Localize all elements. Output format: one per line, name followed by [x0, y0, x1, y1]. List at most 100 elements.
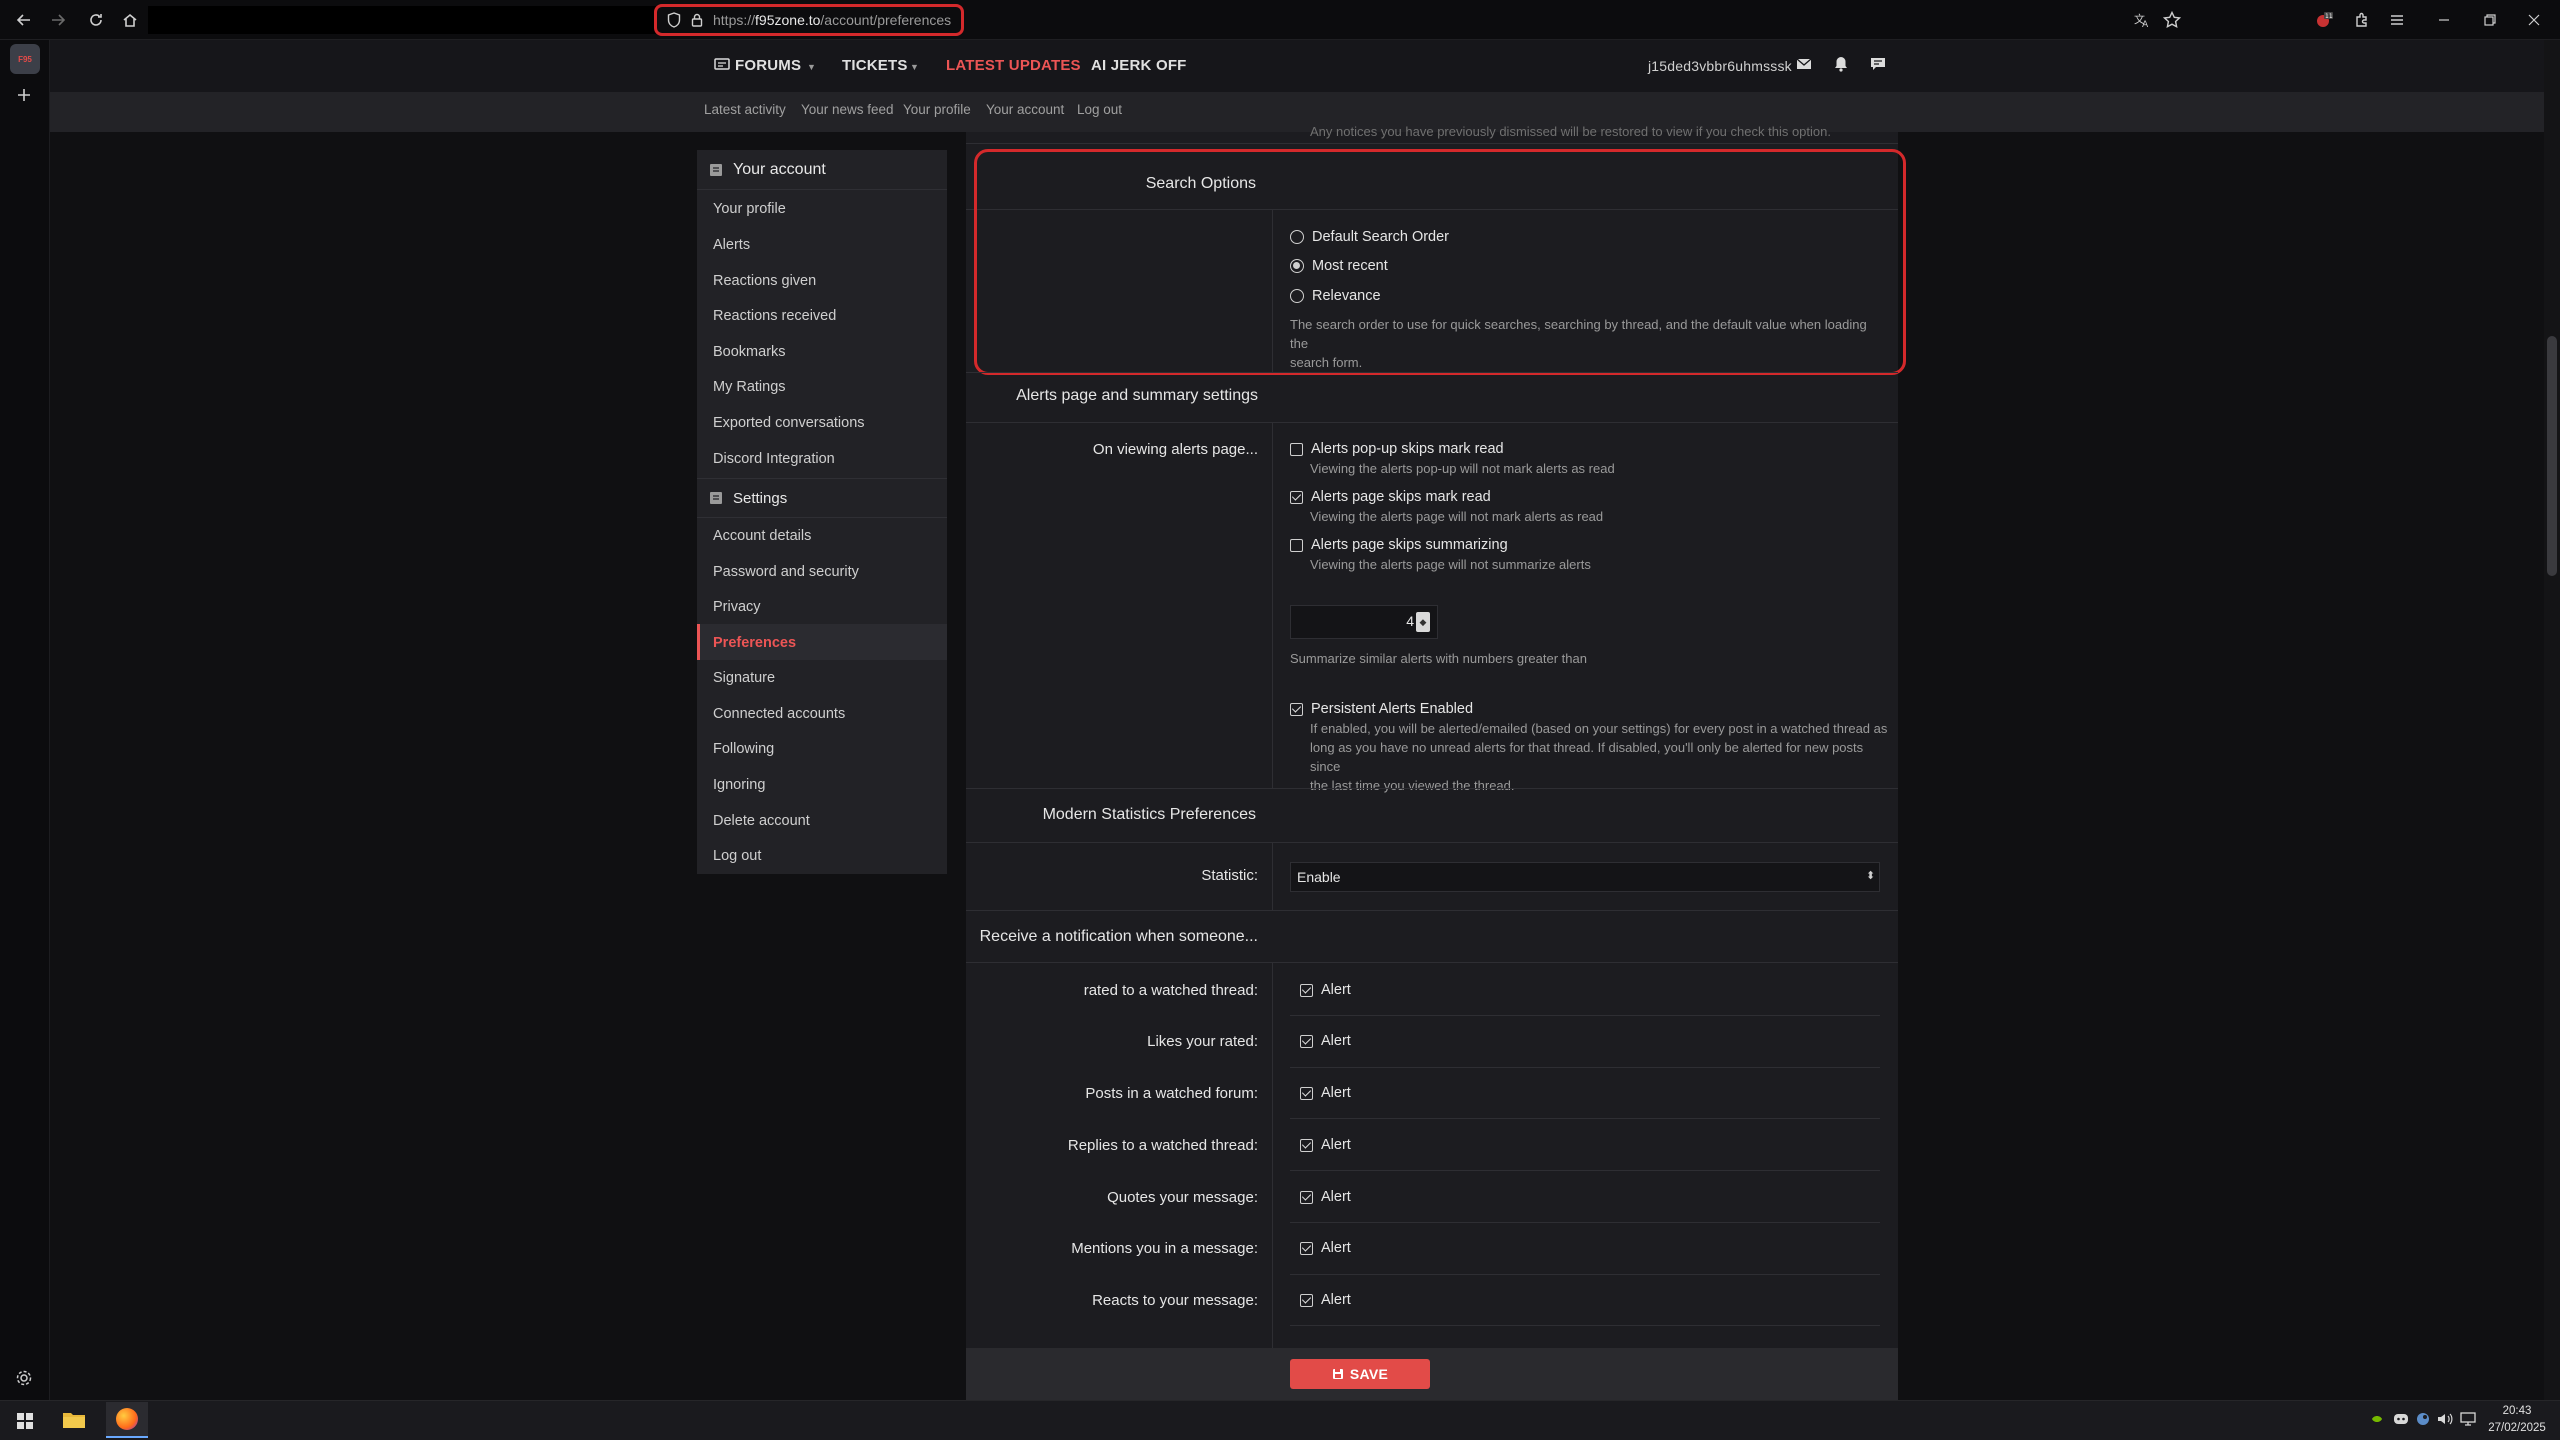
summarize-threshold-value[interactable]: 4 [1296, 613, 1414, 629]
volume-icon[interactable] [2437, 1412, 2453, 1426]
notify-row-label: Quotes your message: [1107, 1189, 1258, 1206]
close-icon[interactable] [2522, 8, 2546, 32]
save-icon [1332, 1368, 1344, 1380]
scrollbar-thumb[interactable] [2547, 336, 2557, 576]
menu-item-bookmarks[interactable]: Bookmarks [713, 344, 786, 360]
subnav-log-out[interactable]: Log out [1077, 102, 1122, 117]
divider [1290, 1067, 1880, 1068]
menu-item-alerts[interactable]: Alerts [713, 237, 750, 253]
checkbox-indicator[interactable] [1290, 702, 1303, 716]
checkbox-indicator[interactable] [1300, 1190, 1313, 1204]
minimize-icon[interactable] [2432, 8, 2456, 32]
notify-alert-checkbox[interactable]: Alert [1300, 1189, 1351, 1205]
steam-tray-icon[interactable] [2416, 1412, 2430, 1426]
username-link[interactable]: j15ded3vbbr6uhmsssk [1648, 58, 1792, 74]
site-favicon[interactable]: F95 [10, 44, 40, 74]
menu-item-password-security[interactable]: Password and security [713, 564, 859, 580]
checkbox-page-skips-mark-read[interactable]: Alerts page skips mark read [1290, 489, 1491, 505]
stepper-arrows-icon[interactable]: ◆ [1416, 612, 1430, 632]
redacted-tab-area [148, 6, 656, 34]
restore-icon[interactable] [2478, 8, 2502, 32]
divider [966, 962, 1898, 963]
checkbox-indicator[interactable] [1300, 1241, 1313, 1255]
chevron-down-icon[interactable]: ▼ [910, 62, 919, 72]
checkbox-indicator[interactable] [1290, 538, 1303, 552]
notify-alert-checkbox[interactable]: Alert [1300, 1033, 1351, 1049]
notify-alert-checkbox[interactable]: Alert [1300, 1240, 1351, 1256]
menu-item-reactions-given[interactable]: Reactions given [713, 273, 816, 289]
notify-alert-checkbox[interactable]: Alert [1300, 1292, 1351, 1308]
taskbar-clock[interactable]: 20:43 27/02/2025 [2480, 1403, 2554, 1437]
home-icon[interactable] [118, 8, 142, 32]
menu-item-following[interactable]: Following [713, 741, 774, 757]
subnav-news-feed[interactable]: Your news feed [801, 102, 894, 117]
alerts-page-label: On viewing alerts page... [1092, 441, 1258, 458]
subnav-latest-activity[interactable]: Latest activity [704, 102, 786, 117]
bookmark-star-icon[interactable] [2160, 8, 2184, 32]
forward-icon[interactable] [46, 8, 70, 32]
gear-icon[interactable] [15, 1369, 33, 1387]
url-text: https://f95zone.to/account/preferences [713, 12, 952, 28]
firefox-taskbar-button[interactable] [106, 1402, 148, 1438]
checkbox-page-skips-summarizing[interactable]: Alerts page skips summarizing [1290, 537, 1508, 553]
dismissed-notices-hint: Any notices you have previously dismisse… [1310, 124, 1831, 139]
checkbox-popup-skips-mark-read[interactable]: Alerts pop-up skips mark read [1290, 441, 1504, 457]
subnav-your-account[interactable]: Your account [986, 102, 1064, 117]
mail-icon[interactable] [1796, 57, 1812, 71]
divider [966, 788, 1898, 789]
subnav-your-profile[interactable]: Your profile [903, 102, 971, 117]
checkbox-indicator[interactable] [1290, 442, 1303, 456]
reload-icon[interactable] [84, 8, 108, 32]
checkbox-indicator[interactable] [1300, 1086, 1313, 1100]
page-scrollbar[interactable] [2544, 40, 2560, 1400]
nav-ai-jerk-off[interactable]: AI JERK OFF [1091, 57, 1187, 74]
menu-item-connected-accounts[interactable]: Connected accounts [713, 706, 845, 722]
checkbox-persistent-alerts[interactable]: Persistent Alerts Enabled [1290, 701, 1473, 717]
discord-tray-icon[interactable] [2393, 1412, 2409, 1426]
windows-start-icon[interactable] [16, 1412, 34, 1430]
notify-alert-checkbox[interactable]: Alert [1300, 982, 1351, 998]
back-icon[interactable] [12, 8, 36, 32]
chevron-down-icon[interactable]: ▼ [807, 62, 816, 72]
menu-item-account-details[interactable]: Account details [713, 528, 811, 544]
nav-forums[interactable]: FORUMS [735, 57, 801, 74]
site-nav-bar [50, 40, 2544, 92]
menu-item-discord-integration[interactable]: Discord Integration [713, 451, 835, 467]
shield-icon [667, 12, 681, 28]
menu-item-reactions-received[interactable]: Reactions received [713, 308, 836, 324]
checkbox-indicator[interactable] [1300, 1138, 1313, 1152]
menu-item-privacy[interactable]: Privacy [713, 599, 761, 615]
file-explorer-icon[interactable] [62, 1410, 86, 1430]
extension-badge-icon[interactable]: 11 [2312, 8, 2336, 32]
nav-tickets[interactable]: TICKETS [842, 57, 908, 74]
statistic-select[interactable]: Enable [1290, 862, 1880, 892]
menu-item-ignoring[interactable]: Ignoring [713, 777, 765, 793]
menu-icon[interactable] [2385, 8, 2409, 32]
extensions-icon[interactable] [2350, 8, 2374, 32]
add-icon[interactable] [15, 86, 33, 104]
save-button[interactable]: SAVE [1290, 1359, 1430, 1389]
menu-item-exported-conversations[interactable]: Exported conversations [713, 415, 865, 431]
notify-row-label: Mentions you in a message: [1071, 1240, 1258, 1257]
bell-icon[interactable] [1833, 56, 1849, 72]
checkbox-indicator[interactable] [1290, 490, 1303, 504]
divider [1290, 1015, 1880, 1016]
menu-item-preferences[interactable]: Preferences [713, 635, 796, 651]
menu-item-signature[interactable]: Signature [713, 670, 775, 686]
address-bar[interactable]: https://f95zone.to/account/preferences [654, 4, 964, 36]
menu-item-my-ratings[interactable]: My Ratings [713, 379, 786, 395]
chat-icon[interactable] [1870, 56, 1886, 72]
notify-alert-checkbox[interactable]: Alert [1300, 1137, 1351, 1153]
checkbox-indicator[interactable] [1300, 1293, 1313, 1307]
nvidia-tray-icon[interactable] [2370, 1412, 2384, 1426]
menu-item-your-profile[interactable]: Your profile [713, 201, 786, 217]
select-arrows-icon[interactable]: ⬍ [1866, 869, 1875, 882]
translate-icon[interactable]: 文A [2130, 8, 2154, 32]
checkbox-indicator[interactable] [1300, 983, 1313, 997]
menu-item-log-out[interactable]: Log out [713, 848, 761, 864]
checkbox-indicator[interactable] [1300, 1034, 1313, 1048]
notify-alert-checkbox[interactable]: Alert [1300, 1085, 1351, 1101]
menu-item-delete-account[interactable]: Delete account [713, 813, 810, 829]
monitor-tray-icon[interactable] [2460, 1412, 2476, 1426]
nav-latest-updates[interactable]: LATEST UPDATES [946, 57, 1081, 74]
